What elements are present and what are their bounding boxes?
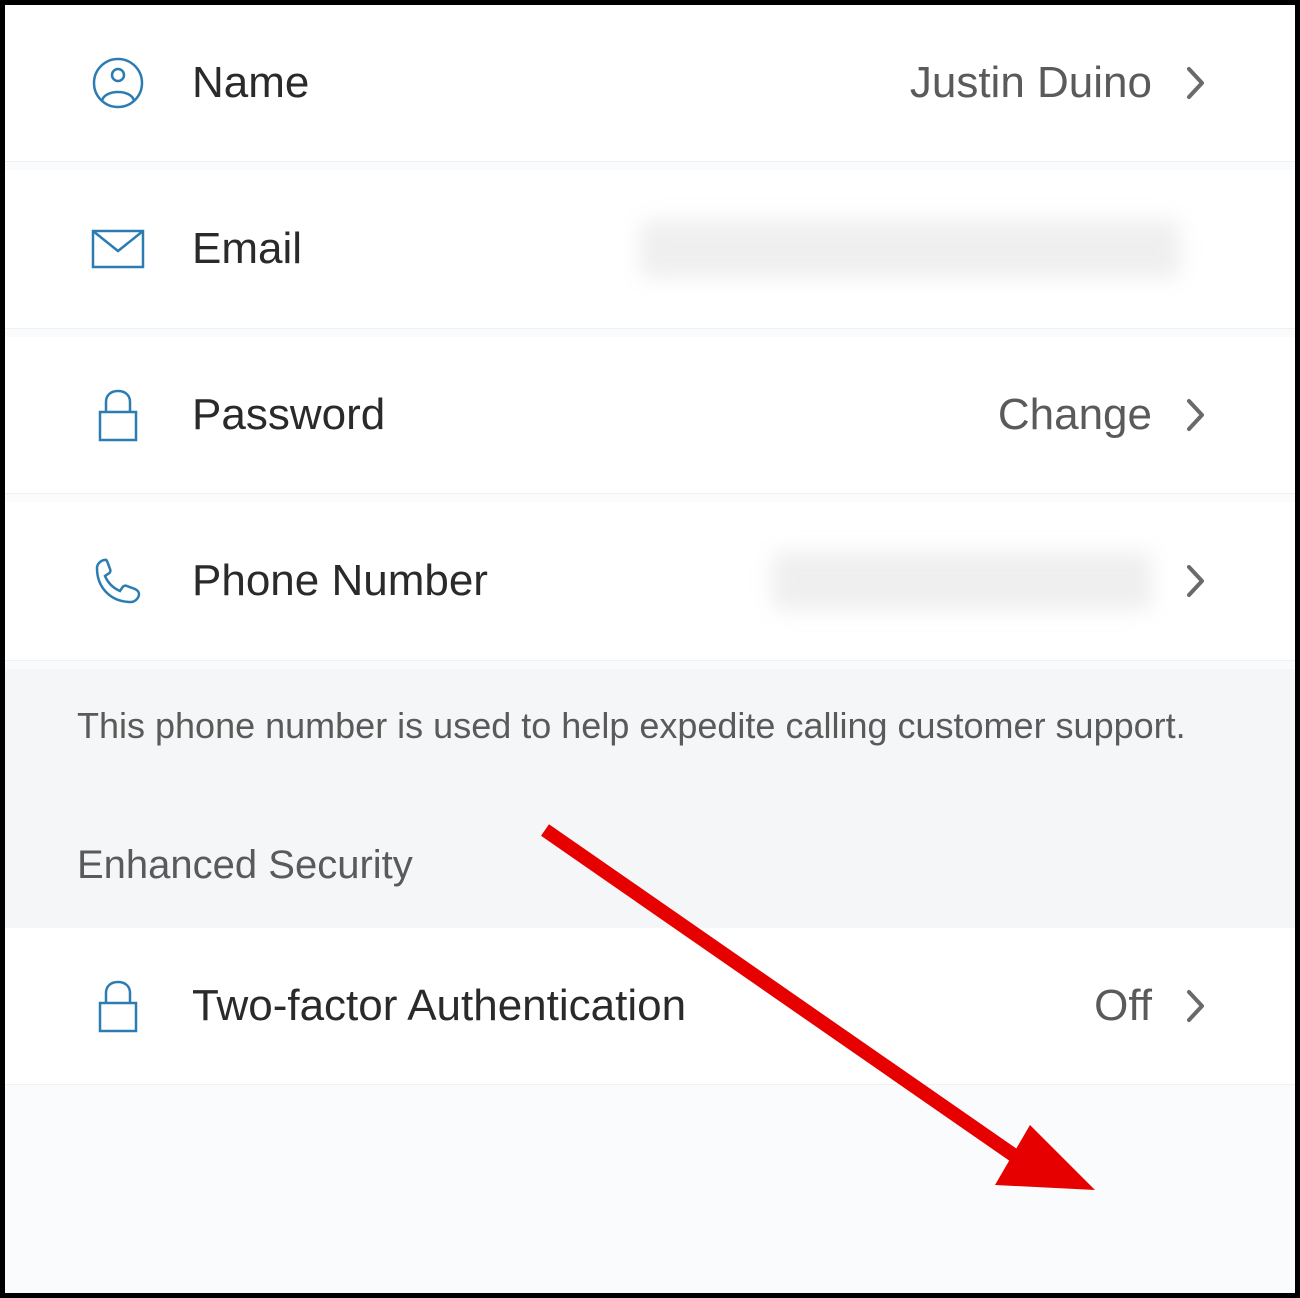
chevron-right-icon <box>1182 63 1210 103</box>
envelope-icon <box>90 221 146 277</box>
password-label: Password <box>192 390 385 440</box>
settings-list: Name Justin Duino Email Password <box>5 5 1295 1293</box>
lock-icon <box>90 387 146 443</box>
person-icon <box>90 55 146 111</box>
name-row[interactable]: Name Justin Duino <box>5 5 1295 162</box>
email-value-redacted <box>640 220 1180 278</box>
password-row[interactable]: Password Change <box>5 337 1295 494</box>
phone-info-text: This phone number is used to help expedi… <box>5 669 1295 813</box>
chevron-right-icon <box>1182 395 1210 435</box>
name-value: Justin Duino <box>910 58 1152 108</box>
phone-value-redacted <box>772 552 1152 610</box>
phone-label: Phone Number <box>192 556 488 606</box>
enhanced-security-header: Enhanced Security <box>5 813 1295 928</box>
password-value: Change <box>998 390 1152 440</box>
two-factor-label: Two-factor Authentication <box>192 981 686 1031</box>
phone-row[interactable]: Phone Number <box>5 502 1295 661</box>
chevron-right-icon <box>1182 986 1210 1026</box>
chevron-right-icon <box>1182 561 1210 601</box>
name-label: Name <box>192 58 309 108</box>
phone-icon <box>90 553 146 609</box>
email-label: Email <box>192 224 302 274</box>
two-factor-row[interactable]: Two-factor Authentication Off <box>5 928 1295 1085</box>
two-factor-value: Off <box>1094 981 1152 1031</box>
lock-icon <box>90 978 146 1034</box>
email-row[interactable]: Email <box>5 170 1295 329</box>
